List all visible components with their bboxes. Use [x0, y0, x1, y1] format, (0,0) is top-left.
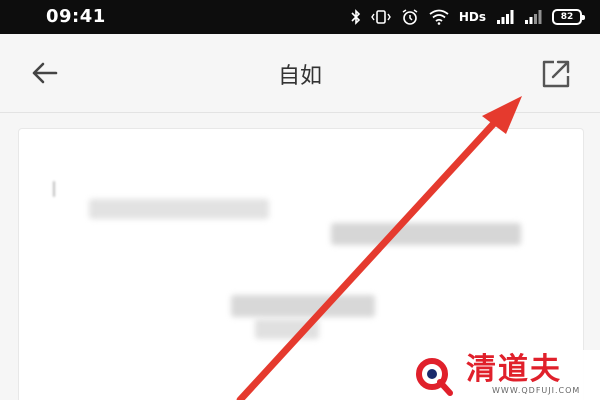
- status-time: 09:41: [46, 6, 106, 27]
- status-bar: 09:41 HDs 82: [0, 0, 600, 34]
- status-icons: HDs 82: [351, 8, 585, 26]
- bluetooth-icon: [351, 9, 361, 25]
- page-title: 自如: [277, 64, 322, 89]
- top-nav-bar: 自如: [0, 34, 600, 113]
- vibrate-icon: [371, 9, 391, 25]
- blurred-text: [231, 295, 375, 317]
- blurred-text: [53, 181, 55, 197]
- watermark-url: WWW.QDFUJI.COM: [492, 386, 581, 395]
- watermark: 清道夫 WWW.QDFUJI.COM: [400, 350, 600, 400]
- wifi-icon: [429, 9, 449, 25]
- share-external-icon: [542, 60, 570, 88]
- blurred-text: [331, 223, 521, 245]
- blurred-text: [255, 319, 319, 339]
- app-screen: 09:41 HDs 82 自如 清道夫 WWW.QDFUJI.COM: [0, 0, 600, 400]
- alarm-icon: [401, 8, 419, 26]
- brand-logo-icon: [416, 358, 453, 396]
- battery-level: 82: [560, 12, 574, 22]
- blurred-text: [89, 199, 269, 219]
- signal-icon: [496, 9, 514, 25]
- signal-icon: [524, 9, 542, 25]
- battery-icon: 82: [552, 9, 585, 25]
- share-button[interactable]: [538, 56, 574, 92]
- watermark-brand: 清道夫: [466, 352, 562, 387]
- network-label: HDs: [458, 10, 486, 24]
